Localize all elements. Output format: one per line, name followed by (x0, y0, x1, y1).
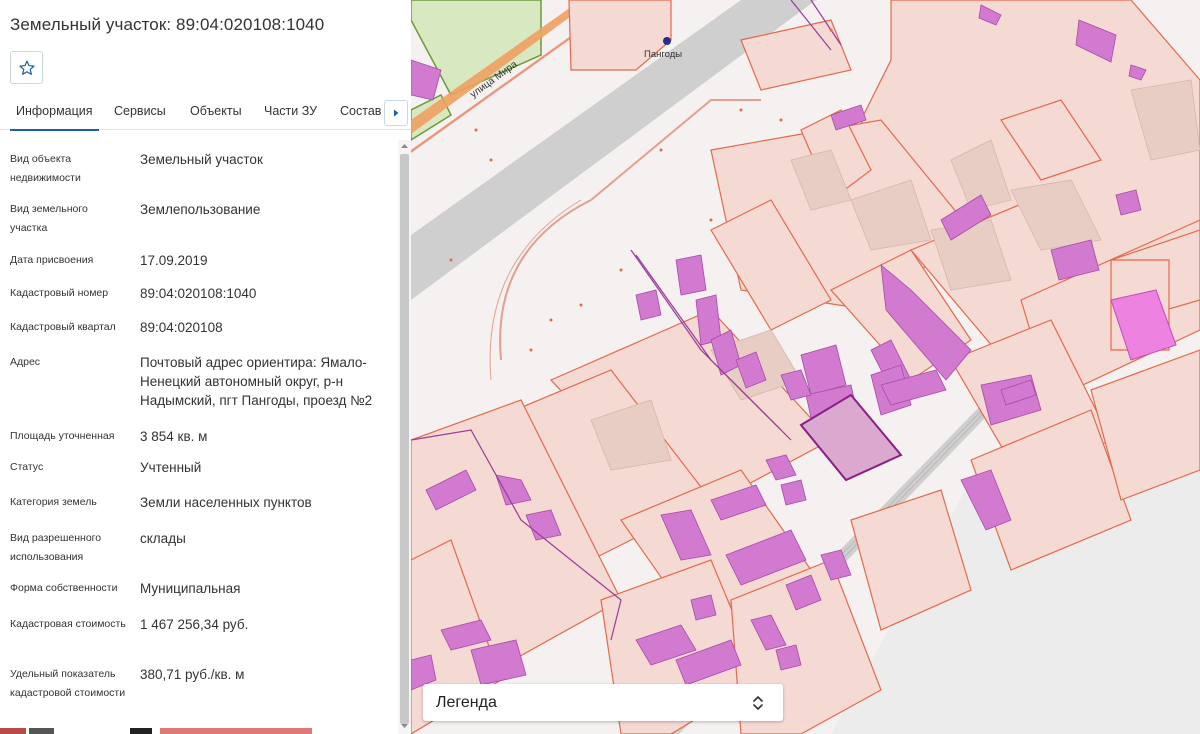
tab-parcel-parts[interactable]: Части ЗУ (264, 93, 317, 130)
info-value: Земли населенных пунктов (140, 495, 312, 510)
legend-label: Легенда (436, 694, 497, 711)
info-label: Адрес (10, 356, 41, 368)
star-outline-icon (18, 60, 35, 75)
info-label: Категория земель (10, 496, 97, 508)
info-row-address: Адрес Почтовый адрес ориентира: Ямало-Не… (0, 353, 398, 413)
info-label: Кадастровый квартал (10, 321, 116, 333)
info-value: 17.09.2019 (140, 253, 208, 268)
tab-composition[interactable]: Состав (340, 93, 381, 130)
info-row-object-type: Вид объекта недвижимости Земельный участ… (0, 150, 398, 190)
info-row-cadastral-quarter: Кадастровый квартал 89:04:020108 (0, 318, 398, 340)
info-value: Земельный участок (140, 152, 263, 167)
info-row-cadastral-number: Кадастровый номер 89:04:020108:1040 (0, 284, 398, 306)
info-row-cadastral-value: Кадастровая стоимость 1 467 256,34 руб. (0, 615, 398, 655)
legend-dropdown[interactable]: Легенда (423, 684, 783, 721)
info-row-specific-value: Удельный показатель кадастровой стоимост… (0, 665, 398, 725)
scroll-up-icon[interactable] (400, 142, 409, 150)
info-value: 89:04:020108 (140, 320, 223, 335)
info-label: Дата присвоения (10, 254, 94, 266)
info-panel: Земельный участок: 89:04:020108:1040 Инф… (0, 0, 411, 734)
chevron-right-icon (394, 109, 399, 117)
scrollbar-thumb[interactable] (400, 154, 409, 724)
info-row-status: Статус Учтенный (0, 458, 398, 480)
info-list: Вид объекта недвижимости Земельный участ… (0, 140, 398, 734)
info-value: 380,71 руб./кв. м (140, 667, 245, 682)
tab-info[interactable]: Информация (10, 93, 99, 131)
place-label: Пангоды (644, 49, 682, 60)
info-row-ownership: Форма собственности Муниципальная (0, 579, 398, 601)
info-scrollbar[interactable] (398, 140, 411, 734)
info-value: Учтенный (140, 460, 202, 475)
tab-services[interactable]: Сервисы (114, 93, 166, 130)
info-value: 89:04:020108:1040 (140, 286, 257, 301)
tab-objects[interactable]: Объекты (190, 93, 242, 130)
tab-bar: Информация Сервисы Объекты Части ЗУ Сост… (0, 93, 411, 131)
info-value: Муниципальная (140, 581, 241, 596)
info-row-area: Площадь уточненная 3 854 кв. м (0, 427, 398, 449)
footer-button[interactable] (0, 728, 26, 734)
chevron-updown-icon[interactable] (752, 695, 764, 711)
info-label: Удельный показатель кадастровой стоимост… (10, 668, 126, 699)
footer-button[interactable] (160, 728, 312, 734)
info-label: Кадастровый номер (10, 287, 109, 299)
info-label: Вид разрешенного использования (10, 532, 102, 563)
info-value: Землепользование (140, 202, 261, 217)
info-value: Почтовый адрес ориентира: Ямало-Ненецкий… (140, 355, 373, 408)
footer-button[interactable] (29, 728, 54, 734)
info-label: Кадастровая стоимость (10, 618, 126, 630)
info-value: 1 467 256,34 руб. (140, 617, 249, 632)
info-label: Площадь уточненная (10, 430, 115, 442)
info-label: Вид объекта недвижимости (10, 153, 81, 184)
info-row-assign-date: Дата присвоения 17.09.2019 (0, 251, 398, 273)
info-label: Вид земельного участка (10, 203, 88, 234)
footer-buttons-strip[interactable] (0, 728, 411, 734)
info-value: склады (140, 531, 186, 546)
place-marker-icon[interactable] (663, 37, 671, 45)
info-label: Форма собственности (10, 582, 118, 594)
panel-title: Земельный участок: 89:04:020108:1040 (10, 15, 325, 34)
info-row-parcel-type: Вид земельного участка Землепользование (0, 200, 398, 240)
info-value: 3 854 кв. м (140, 429, 208, 444)
map-canvas[interactable]: Пангоды улица Мира (411, 0, 1200, 734)
tabs-scroll-right-button[interactable] (384, 100, 408, 126)
info-label: Статус (10, 461, 44, 473)
info-row-permitted-use: Вид разрешенного использования склады (0, 529, 398, 569)
favorite-button[interactable] (10, 51, 43, 84)
cadastral-map[interactable]: Пангоды улица Мира (411, 0, 1200, 734)
info-row-land-category: Категория земель Земли населенных пункто… (0, 493, 398, 515)
footer-button[interactable] (130, 728, 152, 734)
